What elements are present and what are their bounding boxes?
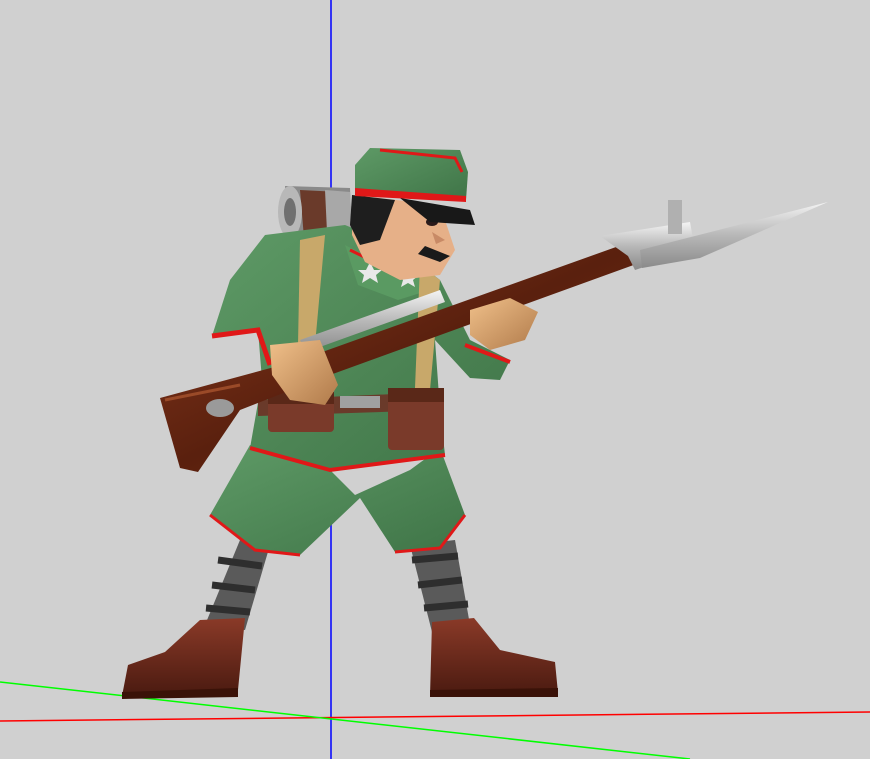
boots <box>122 618 558 699</box>
x-axis-line <box>0 711 870 722</box>
soldier-model <box>122 148 828 699</box>
rifle-sling-swivel <box>206 399 234 417</box>
viewport-canvas <box>0 0 870 759</box>
3d-model-viewport[interactable] <box>0 0 870 759</box>
